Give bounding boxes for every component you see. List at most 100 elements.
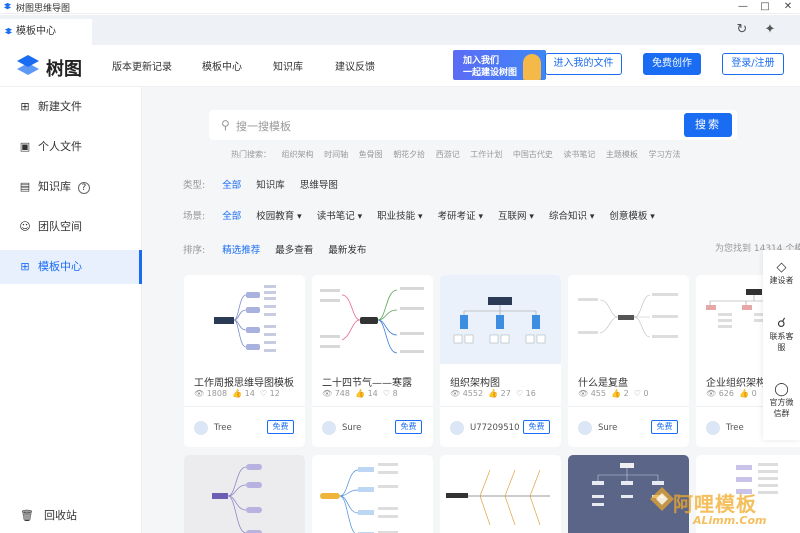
chat-icon: ◯ bbox=[774, 382, 789, 397]
watermark-text: 阿哩模板 bbox=[673, 492, 757, 516]
float-label: 联系客服 bbox=[769, 332, 794, 352]
sidebar-item-templates[interactable]: ⊞ 模板中心 bbox=[0, 250, 142, 284]
card-title: 组织架构图 bbox=[450, 378, 500, 389]
hot-tag[interactable]: 读书笔记 bbox=[563, 150, 595, 159]
folder-icon: ▣ bbox=[19, 140, 31, 153]
sidebar-item-team[interactable]: ☺ 团队空间 bbox=[0, 210, 142, 244]
hot-tag[interactable]: 鱼骨图 bbox=[359, 150, 383, 159]
hot-tag[interactable]: 工作计划 bbox=[470, 150, 502, 159]
card-author: Sure bbox=[598, 423, 618, 433]
builder-button[interactable]: ◇ 建设者 bbox=[763, 260, 800, 286]
tab-template-center[interactable]: 模板中心 bbox=[0, 19, 92, 45]
template-card[interactable]: 工作周报思维导图模板 👁 1808 👍 14 ♡ 12 Tree 免费 bbox=[184, 275, 305, 447]
watermark: 阿哩模板 ALimm.Com bbox=[643, 480, 800, 533]
free-badge: 免费 bbox=[651, 420, 678, 434]
card-divider bbox=[568, 406, 689, 407]
grid-icon: ⊞ bbox=[20, 260, 30, 273]
wechat-group-button[interactable]: ◯ 官方微信群 bbox=[763, 382, 800, 419]
sort-option-featured[interactable]: 精选推荐 bbox=[222, 245, 260, 256]
card-thumbnail bbox=[446, 469, 550, 526]
template-card[interactable] bbox=[312, 455, 433, 533]
card-stats: 👁 4552 👍 27 ♡ 16 bbox=[450, 389, 536, 398]
nav-knowledge-base[interactable]: 知识库 bbox=[273, 58, 303, 73]
sidebar-item-personal-files[interactable]: ▣ 个人文件 bbox=[0, 130, 142, 164]
search-box[interactable]: ⚲ 搜一搜模板 bbox=[209, 110, 737, 140]
template-card[interactable] bbox=[440, 455, 561, 533]
hot-searches: 热门搜索： 组织架构 时间轴 鱼骨图 朝花夕拾 西游记 工作计划 中国古代史 读… bbox=[231, 149, 688, 160]
float-label: 建设者 bbox=[769, 276, 794, 285]
template-card[interactable] bbox=[184, 455, 305, 533]
scene-option-campus[interactable]: 校园教育 bbox=[256, 211, 301, 222]
hot-tag[interactable]: 组织架构 bbox=[282, 150, 314, 159]
type-option-kb[interactable]: 知识库 bbox=[256, 180, 285, 191]
hot-tag[interactable]: 时间轴 bbox=[324, 150, 348, 159]
free-create-button[interactable]: 免费创作 bbox=[643, 53, 701, 75]
watermark-url: ALimm.Com bbox=[693, 514, 767, 527]
scene-option-skills[interactable]: 职业技能 bbox=[377, 211, 422, 222]
sidebar-item-label: 回收站 bbox=[44, 509, 77, 522]
template-card[interactable]: 组织架构图 👁 4552 👍 27 ♡ 16 U77209510 免费 bbox=[440, 275, 561, 447]
card-thumbnail bbox=[184, 275, 305, 364]
card-thumbnail bbox=[568, 275, 689, 364]
scene-option-all[interactable]: 全部 bbox=[222, 211, 241, 222]
contact-service-button[interactable]: ☌ 联系客服 bbox=[763, 316, 800, 353]
sidebar-item-new-file[interactable]: ⊞ 新建文件 bbox=[0, 90, 142, 124]
card-divider bbox=[184, 406, 305, 407]
card-author: Tree bbox=[726, 423, 744, 433]
scene-filter: 场景: 全部 校园教育 读书笔记 职业技能 考研考证 互联网 综合知识 创意模板 bbox=[183, 208, 667, 222]
refresh-icon[interactable]: ↻ bbox=[732, 20, 752, 40]
avatar bbox=[706, 421, 720, 435]
scene-option-general[interactable]: 综合知识 bbox=[549, 211, 594, 222]
headset-icon: ☌ bbox=[777, 316, 786, 331]
diamond-icon: ◇ bbox=[776, 260, 787, 275]
card-stats: 👁 748 👍 14 ♡ 8 bbox=[322, 389, 398, 398]
minimize-button[interactable]: — bbox=[736, 0, 750, 14]
sort-option-latest[interactable]: 最新发布 bbox=[328, 245, 366, 256]
hot-tag[interactable]: 学习方法 bbox=[648, 150, 680, 159]
help-icon[interactable]: ? bbox=[77, 182, 91, 194]
pin-icon[interactable]: ✦ bbox=[760, 20, 780, 40]
template-card[interactable]: 二十四节气——寒露 👁 748 👍 14 ♡ 8 Sure 免费 bbox=[312, 275, 433, 447]
banner-line2: 一起建设树图 bbox=[463, 68, 518, 78]
type-option-all[interactable]: 全部 bbox=[222, 180, 241, 191]
card-author: Sure bbox=[342, 423, 362, 433]
nav-changelog[interactable]: 版本更新记录 bbox=[112, 58, 172, 73]
avatar bbox=[322, 421, 336, 435]
scene-option-reading[interactable]: 读书笔记 bbox=[317, 211, 362, 222]
sidebar-item-trash[interactable]: 🗑 回收站 bbox=[0, 499, 142, 533]
free-badge: 免费 bbox=[523, 420, 550, 434]
tab-label: 模板中心 bbox=[16, 26, 56, 37]
search-button[interactable]: 搜索 bbox=[684, 113, 732, 137]
maximize-button[interactable]: □ bbox=[758, 0, 772, 14]
nav-feedback[interactable]: 建议反馈 bbox=[335, 58, 375, 73]
hot-tag[interactable]: 主题模板 bbox=[606, 150, 638, 159]
scene-option-exam[interactable]: 考研考证 bbox=[438, 211, 483, 222]
brand-logo-icon[interactable] bbox=[14, 52, 42, 80]
sort-option-most-viewed[interactable]: 最多查看 bbox=[275, 245, 313, 256]
scene-option-internet[interactable]: 互联网 bbox=[498, 211, 534, 222]
hot-tag[interactable]: 西游记 bbox=[436, 150, 460, 159]
card-divider bbox=[312, 406, 433, 407]
card-thumbnail bbox=[212, 464, 262, 533]
hot-tag[interactable]: 朝花夕拾 bbox=[393, 150, 425, 159]
trash-icon: 🗑 bbox=[20, 509, 34, 522]
card-author: U77209510 bbox=[470, 423, 520, 433]
close-button[interactable]: ✕ bbox=[781, 0, 795, 14]
site-header: 树图 版本更新记录 模板中心 知识库 建议反馈 加入我们 一起建设树图 进入我的… bbox=[0, 45, 800, 87]
filter-label: 类型: bbox=[183, 180, 206, 191]
sidebar: ⊞ 新建文件 ▣ 个人文件 ▤ 知识库 ? ☺ 团队空间 ⊞ 模板中心 🗑 回收… bbox=[0, 87, 142, 533]
brand-name[interactable]: 树图 bbox=[46, 55, 82, 81]
type-option-mindmap[interactable]: 思维导图 bbox=[300, 180, 338, 191]
card-divider bbox=[440, 406, 561, 407]
template-card[interactable]: 什么是复盘 👁 455 👍 2 ♡ 0 Sure 免费 bbox=[568, 275, 689, 447]
nav-template-center[interactable]: 模板中心 bbox=[202, 58, 242, 73]
sidebar-item-knowledge[interactable]: ▤ 知识库 ? bbox=[0, 170, 142, 204]
search-input[interactable]: 搜一搜模板 bbox=[236, 118, 291, 134]
join-us-banner[interactable]: 加入我们 一起建设树图 bbox=[453, 50, 546, 80]
filter-label: 排序: bbox=[183, 245, 206, 256]
login-button[interactable]: 登录/注册 bbox=[722, 53, 784, 75]
scene-option-creative[interactable]: 创意模板 bbox=[609, 211, 654, 222]
hot-tag[interactable]: 中国古代史 bbox=[513, 150, 553, 159]
avatar bbox=[578, 421, 592, 435]
my-files-button[interactable]: 进入我的文件 bbox=[545, 53, 622, 75]
